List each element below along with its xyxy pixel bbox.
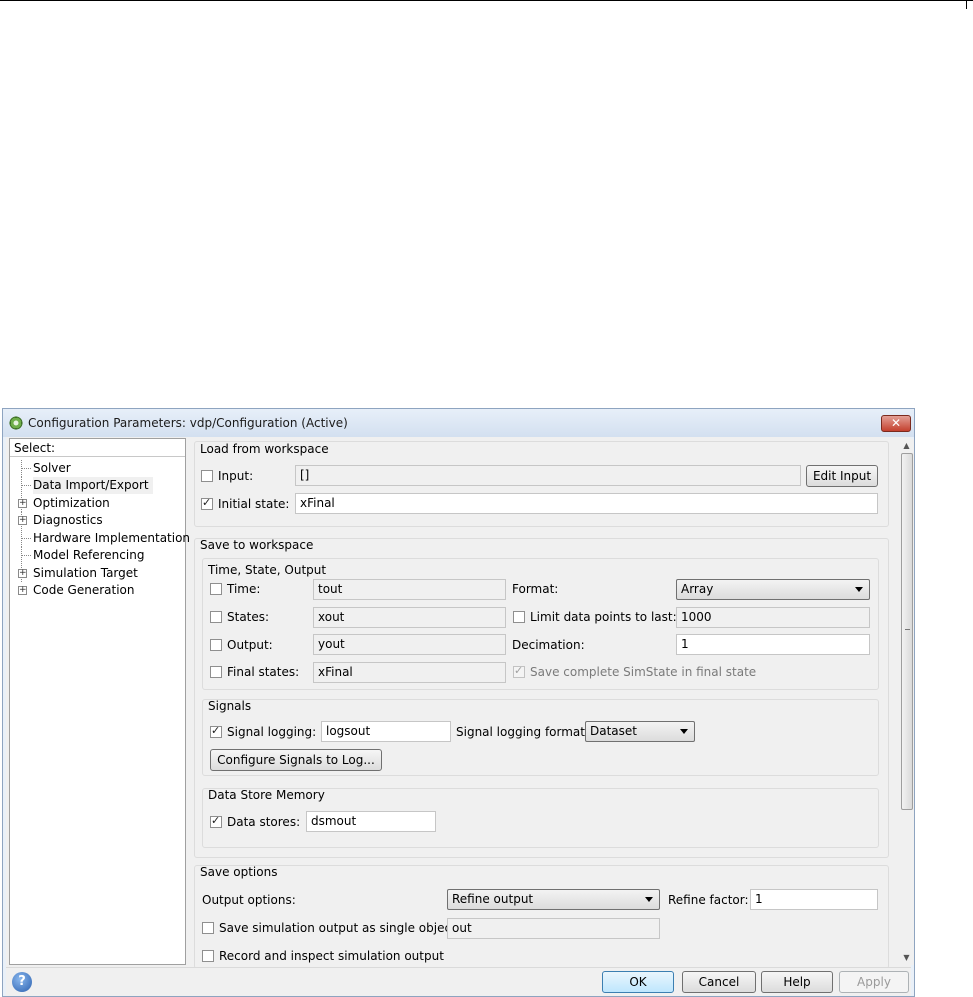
tree-item-label: Code Generation [33,583,135,597]
tree-header: Select: [10,439,185,457]
data-stores-label: Data stores: [227,815,301,829]
category-tree: Select: Solver Data Import/Export + Opti… [9,438,190,965]
input-label: Input: [218,469,254,483]
single-object-label: Save simulation output as single object [219,921,456,935]
expand-plus-icon[interactable]: + [18,569,27,578]
save-group-title: Save to workspace [200,538,314,552]
grip-icon [905,629,910,630]
signal-logging-format-dropdown[interactable]: Dataset [585,721,695,742]
scroll-down-arrow-icon[interactable]: ▼ [899,951,914,965]
signal-logging-label: Signal logging: [227,725,317,739]
close-icon: ✕ [890,416,902,430]
configure-signals-button[interactable]: Configure Signals to Log... [210,749,382,771]
limit-data-points-label: Limit data points to last: [530,610,677,624]
decimation-field[interactable]: 1 [676,634,870,655]
cancel-button[interactable]: Cancel [682,971,756,993]
single-object-field[interactable]: out [447,918,660,939]
format-label: Format: [512,582,559,596]
tree-item-label: Solver [33,461,71,475]
help-button[interactable]: Help [761,971,833,993]
refine-factor-field[interactable]: 1 [750,889,878,910]
tso-group-title: Time, State, Output [208,563,327,577]
time-field[interactable]: tout [313,579,506,600]
output-options-label: Output options: [202,893,296,907]
signal-logging-field[interactable]: logsout [321,721,451,742]
close-button[interactable]: ✕ [881,415,911,432]
ok-button[interactable]: OK [602,971,674,993]
decimation-label: Decimation: [512,638,585,652]
tree-item-label: Hardware Implementation [33,531,191,545]
dsm-group-title: Data Store Memory [208,788,325,802]
scroll-thumb[interactable] [901,453,913,810]
states-label: States: [227,610,270,624]
tree-item-label: Model Referencing [33,548,145,562]
expand-plus-icon[interactable]: + [18,499,27,508]
help-icon[interactable]: ? [12,972,32,992]
apply-button[interactable]: Apply [839,971,909,993]
vertical-scrollbar[interactable]: ▲ ▼ [899,439,914,965]
data-stores-checkbox[interactable] [210,814,222,828]
initial-state-label: Initial state: [218,497,290,511]
save-simstate-label: Save complete SimState in final state [530,665,757,679]
expand-plus-icon[interactable]: + [18,516,27,525]
tree-item-label: Diagnostics [33,513,103,527]
load-group-title: Load from workspace [200,442,329,456]
format-dropdown[interactable]: Array [676,579,870,600]
record-inspect-label: Record and inspect simulation output [219,949,444,963]
output-label: Output: [227,638,273,652]
time-checkbox[interactable] [210,583,222,595]
initial-state-field[interactable]: xFinal [295,493,878,514]
output-options-dropdown[interactable]: Refine output [447,889,660,910]
edit-input-button[interactable]: Edit Input [806,465,878,487]
tree-item-label: Simulation Target [33,566,138,580]
client-area: Select: Solver Data Import/Export + Opti… [6,437,914,969]
chevron-down-icon [855,587,863,592]
expand-plus-icon[interactable]: + [18,586,27,595]
save-simstate-checkbox[interactable] [513,664,525,678]
data-stores-field[interactable]: dsmout [306,811,436,832]
refine-factor-label: Refine factor: [668,893,749,907]
window-title: Configuration Parameters: vdp/Configurat… [28,416,348,430]
format-value: Array [681,582,714,596]
output-field[interactable]: yout [313,634,506,655]
signal-logging-format-value: Dataset [590,724,637,738]
save-options-title: Save options [200,865,278,879]
final-states-field[interactable]: xFinal [313,662,506,683]
config-parameters-dialog: Configuration Parameters: vdp/Configurat… [2,408,915,997]
signal-logging-format-label: Signal logging format: [456,725,590,739]
output-checkbox[interactable] [210,639,222,651]
chevron-down-icon [645,897,653,902]
scroll-up-arrow-icon[interactable]: ▲ [899,439,914,453]
tree-item-label: Data Import/Export [33,477,153,494]
simulink-gear-icon [9,416,23,430]
time-label: Time: [227,582,261,596]
states-field[interactable]: xout [313,607,506,628]
input-field[interactable]: [] [295,465,801,486]
output-options-value: Refine output [452,892,534,906]
chevron-down-icon [680,729,688,734]
final-states-checkbox[interactable] [210,666,222,678]
tree-connector [21,485,31,486]
tree-item-label: Optimization [33,496,110,510]
final-states-label: Final states: [227,665,300,679]
title-bar[interactable]: Configuration Parameters: vdp/Configurat… [3,409,914,437]
limit-data-points-checkbox[interactable] [513,611,525,623]
initial-state-checkbox[interactable] [201,496,213,510]
tree-connector [21,468,31,469]
dialog-button-bar: ? OK Cancel Help Apply [6,967,911,996]
signals-group-title: Signals [208,699,252,713]
states-checkbox[interactable] [210,611,222,623]
page-top-rule [0,0,973,1]
input-checkbox[interactable] [201,470,213,482]
limit-data-points-field[interactable]: 1000 [676,607,870,628]
single-object-checkbox[interactable] [202,922,214,934]
tree-connector [21,555,31,556]
record-inspect-checkbox[interactable] [202,950,214,962]
signal-logging-checkbox[interactable] [210,724,222,738]
page-rule-tick [966,0,967,9]
tree-connector [21,538,31,539]
